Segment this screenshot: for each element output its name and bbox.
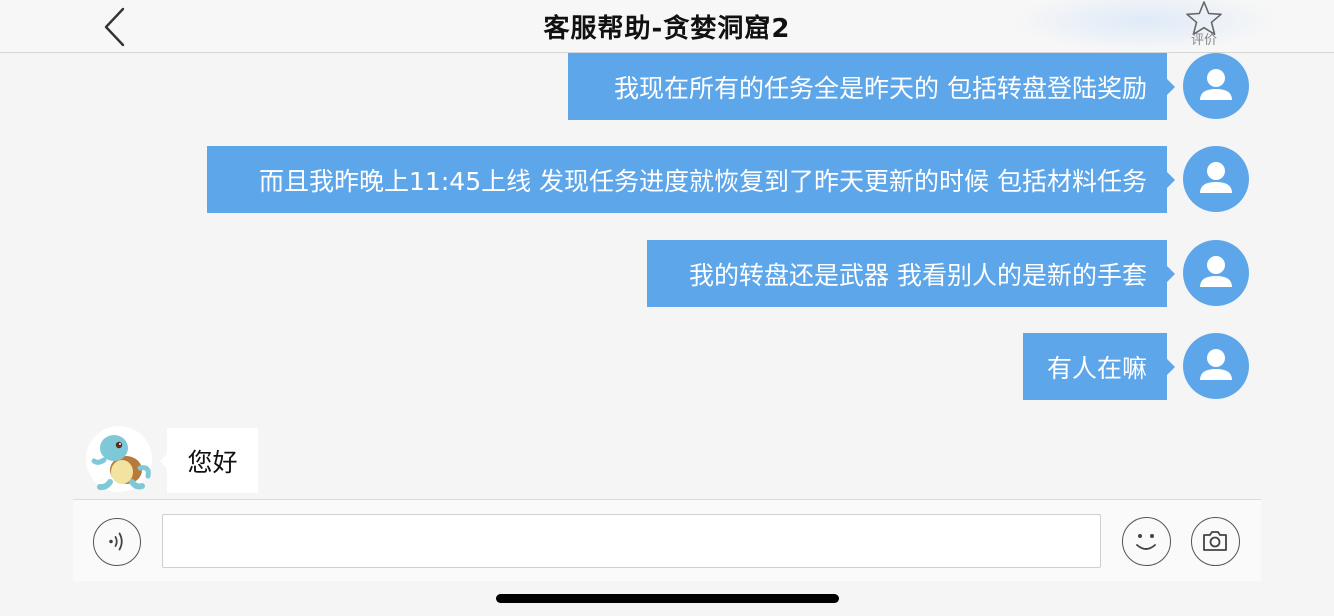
star-outline-icon	[1186, 1, 1222, 36]
voice-button[interactable]	[93, 518, 141, 566]
user-avatar[interactable]	[1183, 240, 1249, 306]
message-text: 我的转盘还是武器 我看别人的是新的手套	[689, 260, 1147, 290]
message-text: 我现在所有的任务全是昨天的 包括转盘登陆奖励	[614, 73, 1147, 103]
message-input[interactable]	[162, 514, 1101, 568]
camera-icon	[1203, 531, 1227, 551]
user-avatar[interactable]	[1183, 333, 1249, 399]
voice-wave-icon	[109, 532, 123, 551]
input-bar	[73, 499, 1261, 581]
message-bubble-outgoing[interactable]: 我现在所有的任务全是昨天的 包括转盘登陆奖励	[568, 53, 1175, 120]
rate-label: 评价	[1190, 33, 1217, 48]
person-icon	[1200, 69, 1232, 100]
message-text: 而且我昨晚上11:45上线 发现任务进度就恢复到了昨天更新的时候 包括材料任务	[259, 166, 1147, 196]
message-text: 有人在嘛	[1046, 353, 1147, 383]
rate-button[interactable]: 评价	[1180, 0, 1228, 53]
user-avatar[interactable]	[1183, 53, 1249, 119]
person-icon	[1200, 162, 1232, 193]
message-bubble-outgoing[interactable]: 而且我昨晚上11:45上线 发现任务进度就恢复到了昨天更新的时候 包括材料任务	[207, 146, 1175, 213]
agent-avatar[interactable]	[84, 424, 154, 494]
camera-button[interactable]	[1191, 517, 1240, 566]
user-avatar[interactable]	[1183, 146, 1249, 212]
header-bar: 客服帮助-贪婪洞窟2 评价	[0, 0, 1334, 53]
home-indicator[interactable]	[496, 594, 839, 603]
message-bubble-incoming[interactable]: 您好	[160, 428, 258, 493]
person-icon	[1200, 256, 1232, 287]
page-title: 客服帮助-贪婪洞窟2	[543, 14, 791, 44]
message-bubble-outgoing[interactable]: 有人在嘛	[1023, 333, 1175, 400]
message-bubble-outgoing[interactable]: 我的转盘还是武器 我看别人的是新的手套	[647, 240, 1175, 307]
turtle-mascot-icon	[86, 426, 152, 492]
chat-screen: 客服帮助-贪婪洞窟2 评价 我现在所有的任务全是昨天的 包括转盘登陆奖励 而且我…	[0, 0, 1334, 616]
message-text: 您好	[187, 447, 238, 477]
emoji-button[interactable]	[1122, 517, 1171, 566]
smiley-icon	[1136, 534, 1156, 550]
person-icon	[1200, 349, 1232, 380]
